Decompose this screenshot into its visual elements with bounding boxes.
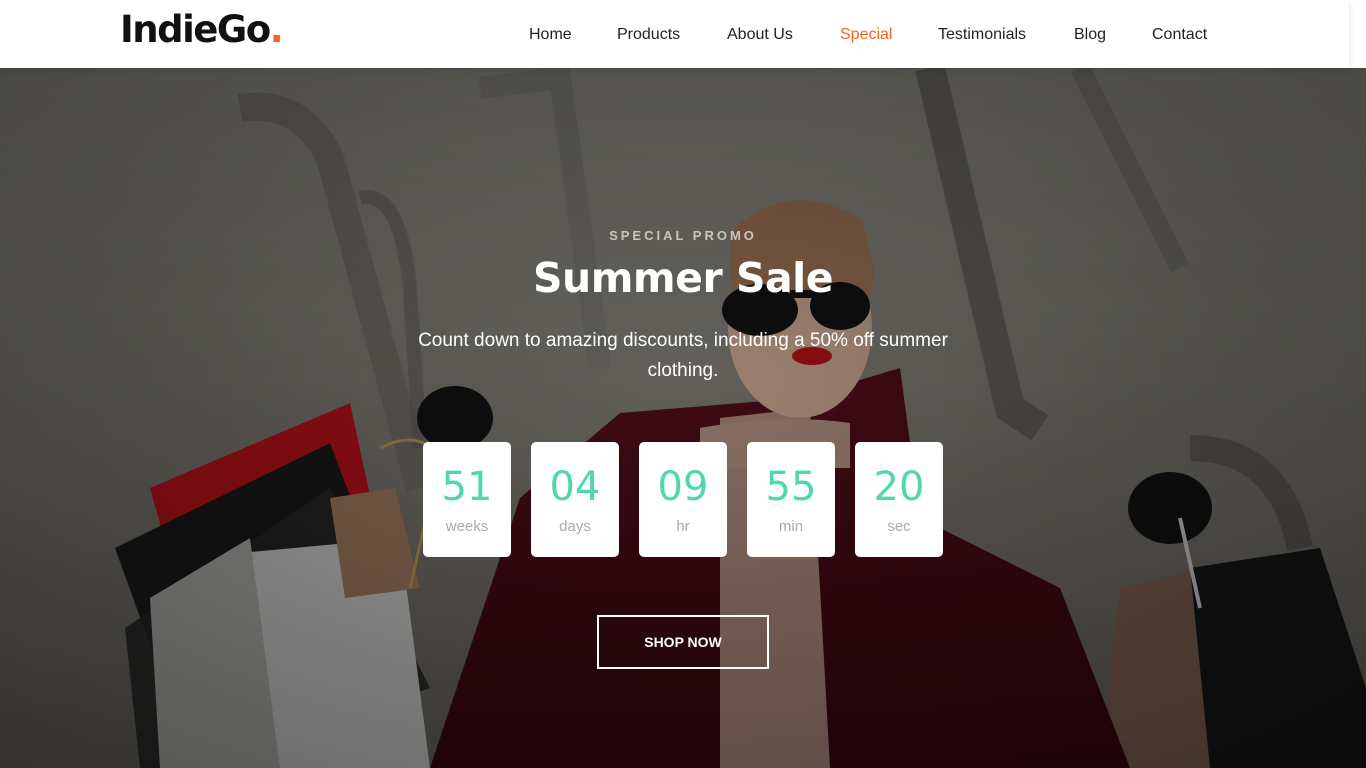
countdown-seconds: 20 sec xyxy=(855,442,943,557)
nav-item-products[interactable]: Products xyxy=(617,25,680,45)
nav-item-home[interactable]: Home xyxy=(529,25,572,45)
promo-subtitle: Count down to amazing discounts, includi… xyxy=(418,330,948,381)
shop-now-button[interactable]: SHOP NOW xyxy=(597,615,769,669)
countdown-days: 04 days xyxy=(531,442,619,557)
nav-item-about-us[interactable]: About Us xyxy=(727,25,793,45)
logo-dot: . xyxy=(269,8,284,51)
countdown-value: 20 xyxy=(873,464,925,510)
site-logo[interactable]: IndieGo. xyxy=(120,8,284,52)
nav-item-testimonials[interactable]: Testimonials xyxy=(938,25,1026,45)
promo-eyebrow: SPECIAL PROMO xyxy=(609,228,757,243)
countdown-unit: days xyxy=(559,518,591,535)
countdown-timer: 51 weeks 04 days 09 hr 55 min 20 sec xyxy=(423,442,943,557)
countdown-value: 09 xyxy=(657,464,709,510)
nav-item-blog[interactable]: Blog xyxy=(1074,25,1106,45)
countdown-unit: min xyxy=(778,518,804,535)
nav-item-special[interactable]: Special xyxy=(840,25,892,45)
scrollbar-track[interactable] xyxy=(1349,0,1366,72)
countdown-minutes: 55 min xyxy=(747,442,835,557)
countdown-value: 04 xyxy=(549,464,601,510)
site-header: IndieGo. Home Products About Us Special … xyxy=(0,0,1349,68)
countdown-unit: weeks xyxy=(445,518,489,535)
promo-title: Summer Sale xyxy=(532,254,834,302)
countdown-unit: hr xyxy=(676,518,690,535)
countdown-weeks: 51 weeks xyxy=(423,442,511,557)
hero-section: SPECIAL PROMO Summer Sale Count down to … xyxy=(0,68,1366,768)
logo-text: IndieGo xyxy=(120,8,271,51)
countdown-value: 51 xyxy=(441,464,493,510)
nav-item-contact[interactable]: Contact xyxy=(1152,25,1207,45)
countdown-value: 55 xyxy=(765,464,817,510)
countdown-hours: 09 hr xyxy=(639,442,727,557)
countdown-unit: sec xyxy=(887,518,911,535)
